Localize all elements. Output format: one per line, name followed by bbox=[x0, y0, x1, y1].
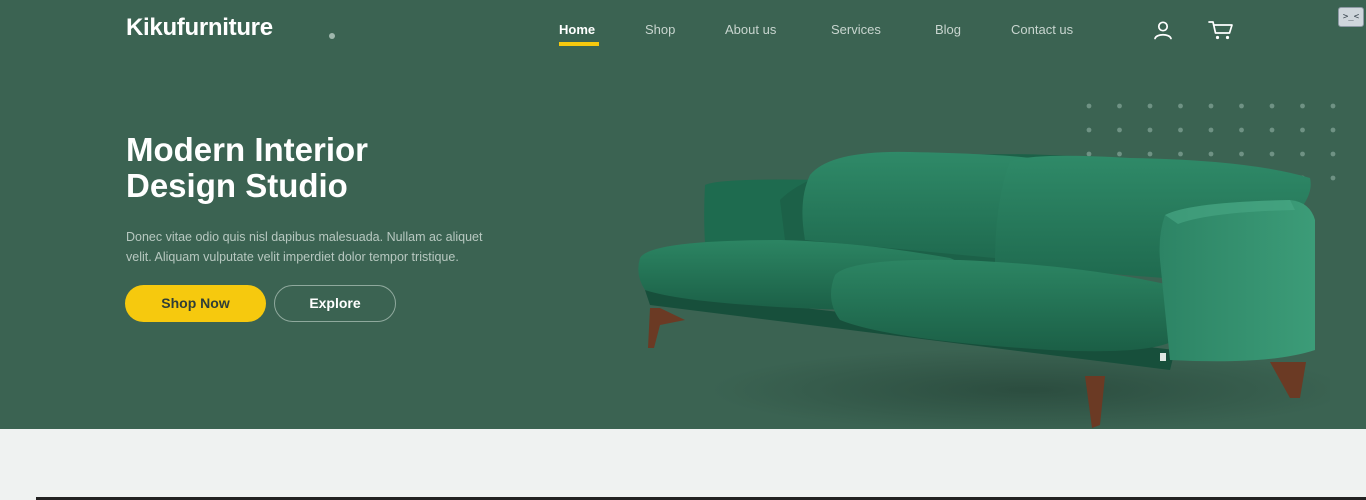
hero-section: Kikufurniture Home Shop About us Service… bbox=[0, 0, 1366, 429]
explore-button[interactable]: Explore bbox=[274, 285, 396, 322]
hero-title-line-2: Design Studio bbox=[126, 167, 348, 204]
pattern-dot bbox=[1330, 175, 1336, 181]
pattern-dot bbox=[1147, 127, 1153, 133]
pattern-dot bbox=[1178, 127, 1183, 133]
pattern-dot bbox=[1086, 127, 1092, 133]
logo-dot bbox=[329, 33, 335, 39]
nav-about[interactable]: About us bbox=[725, 22, 776, 37]
nav-active-underline bbox=[559, 42, 599, 46]
hero-description: Donec vitae odio quis nisl dapibus males… bbox=[126, 227, 566, 267]
pattern-dot bbox=[1300, 127, 1305, 133]
hero-description-line-2: velit. Aliquam vulputate velit imperdiet… bbox=[126, 250, 459, 264]
pattern-dot bbox=[1208, 103, 1214, 109]
pattern-dot bbox=[1330, 127, 1336, 133]
pattern-dot bbox=[1330, 151, 1336, 157]
pattern-dot bbox=[1208, 127, 1214, 133]
sofa-image bbox=[638, 151, 1330, 429]
pattern-dot bbox=[1269, 127, 1275, 133]
pattern-dot bbox=[1300, 103, 1305, 109]
hero-title-line-1: Modern Interior bbox=[126, 131, 369, 168]
pattern-dot bbox=[1239, 103, 1244, 109]
pattern-dot bbox=[1117, 127, 1122, 133]
hero-description-line-1: Donec vitae odio quis nisl dapibus males… bbox=[126, 230, 483, 244]
pattern-dot bbox=[1269, 103, 1275, 109]
nav-services[interactable]: Services bbox=[831, 22, 881, 37]
next-section bbox=[0, 429, 1366, 500]
nav-contact[interactable]: Contact us bbox=[1011, 22, 1073, 37]
pattern-dot bbox=[1147, 103, 1153, 109]
nav-home[interactable]: Home bbox=[559, 22, 595, 37]
nav-blog[interactable]: Blog bbox=[935, 22, 961, 37]
browser-extension-icon[interactable]: >_< bbox=[1338, 7, 1364, 27]
user-icon[interactable] bbox=[1152, 19, 1174, 41]
pattern-dot bbox=[1239, 127, 1244, 133]
pattern-dot bbox=[1330, 103, 1336, 109]
pattern-dot bbox=[1178, 103, 1183, 109]
pattern-dot bbox=[1086, 103, 1092, 109]
pattern-dot bbox=[1117, 103, 1122, 109]
shop-now-button[interactable]: Shop Now bbox=[125, 285, 266, 322]
hero-title: Modern Interior Design Studio bbox=[126, 132, 546, 204]
cart-icon[interactable] bbox=[1207, 19, 1235, 41]
nav-shop[interactable]: Shop bbox=[645, 22, 675, 37]
brand-logo[interactable]: Kikufurniture bbox=[126, 14, 273, 42]
